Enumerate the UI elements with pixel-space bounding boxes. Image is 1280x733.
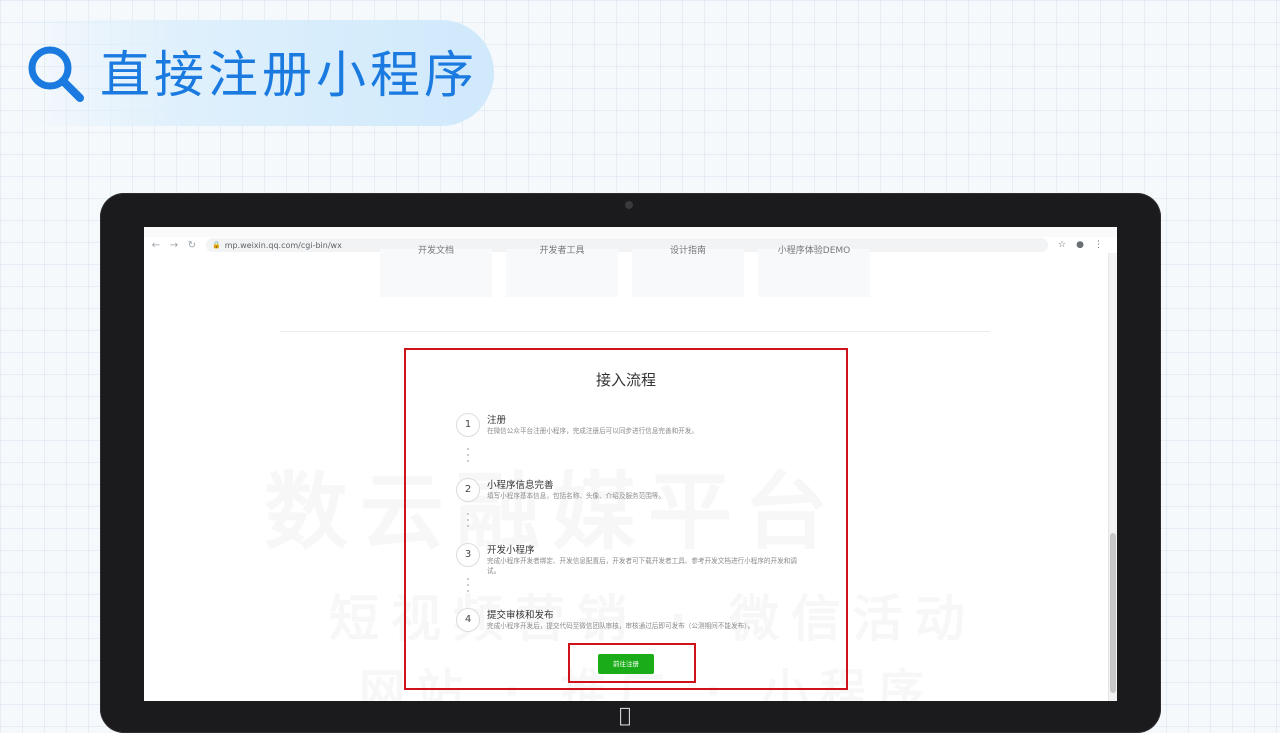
search-icon	[24, 42, 88, 106]
nav-card-demo[interactable]: 小程序体验DEMO	[758, 246, 870, 297]
reload-icon[interactable]: ↻	[186, 240, 198, 251]
step-number: 4	[456, 608, 480, 632]
step-connector	[467, 446, 469, 464]
bookmark-star-icon[interactable]: ☆	[1058, 240, 1066, 250]
process-title: 接入流程	[595, 371, 656, 389]
apple-logo-icon: 	[619, 705, 631, 725]
step-number: 1	[456, 413, 480, 437]
step-title: 提交审核和发布	[487, 610, 554, 621]
scrollbar[interactable]	[1108, 253, 1117, 701]
step-description: 完成小程序开发后，提交代码至微信团队审核，审核通过后即可发布（公测期间不能发布）…	[487, 622, 755, 630]
nav-card-devtools[interactable]: 开发者工具	[506, 246, 618, 297]
url-text: mp.weixin.qq.com/cgi-bin/wx	[224, 240, 342, 250]
register-button[interactable]: 前往注册	[598, 654, 654, 674]
profile-icon[interactable]: ●	[1076, 240, 1084, 250]
step-description: 完成小程序开发者绑定、开发信息配置后，开发者可下载开发者工具、参考开发文档进行小…	[487, 557, 797, 575]
step-title: 开发小程序	[487, 545, 535, 556]
step-description: 填写小程序基本信息，包括名称、头像、介绍及服务范围等。	[487, 492, 666, 500]
nav-card-docs[interactable]: 开发文档	[380, 246, 492, 297]
step-connector	[467, 576, 469, 594]
step-title: 小程序信息完善	[487, 480, 554, 491]
scrollbar-thumb[interactable]	[1110, 533, 1116, 693]
browser-screen: ← → ↻ 🔒 mp.weixin.qq.com/cgi-bin/wx ☆ ● …	[144, 227, 1117, 701]
step-description: 在微信公众平台注册小程序，完成注册后可以同步进行信息完善和开发。	[487, 427, 698, 435]
lock-icon: 🔒	[212, 241, 221, 249]
highlight-frame	[404, 348, 848, 690]
laptop-frame:  ← → ↻ 🔒 mp.weixin.qq.com/cgi-bin/wx ☆ …	[100, 193, 1161, 733]
nav-card-design[interactable]: 设计指南	[632, 246, 744, 297]
camera-dot	[625, 201, 633, 209]
step-title: 注册	[487, 415, 507, 426]
page-nav: 开发文档 开发者工具 设计指南 小程序体验DEMO	[380, 246, 870, 297]
tab-strip	[144, 227, 1117, 237]
back-icon[interactable]: ←	[150, 240, 162, 251]
section-divider	[280, 331, 990, 332]
step-number: 3	[456, 543, 480, 567]
step-number: 2	[456, 478, 480, 502]
forward-icon[interactable]: →	[168, 240, 180, 251]
menu-kebab-icon[interactable]: ⋮	[1094, 240, 1103, 250]
step-connector	[467, 511, 469, 529]
page-title: 直接注册小程序	[100, 46, 478, 104]
